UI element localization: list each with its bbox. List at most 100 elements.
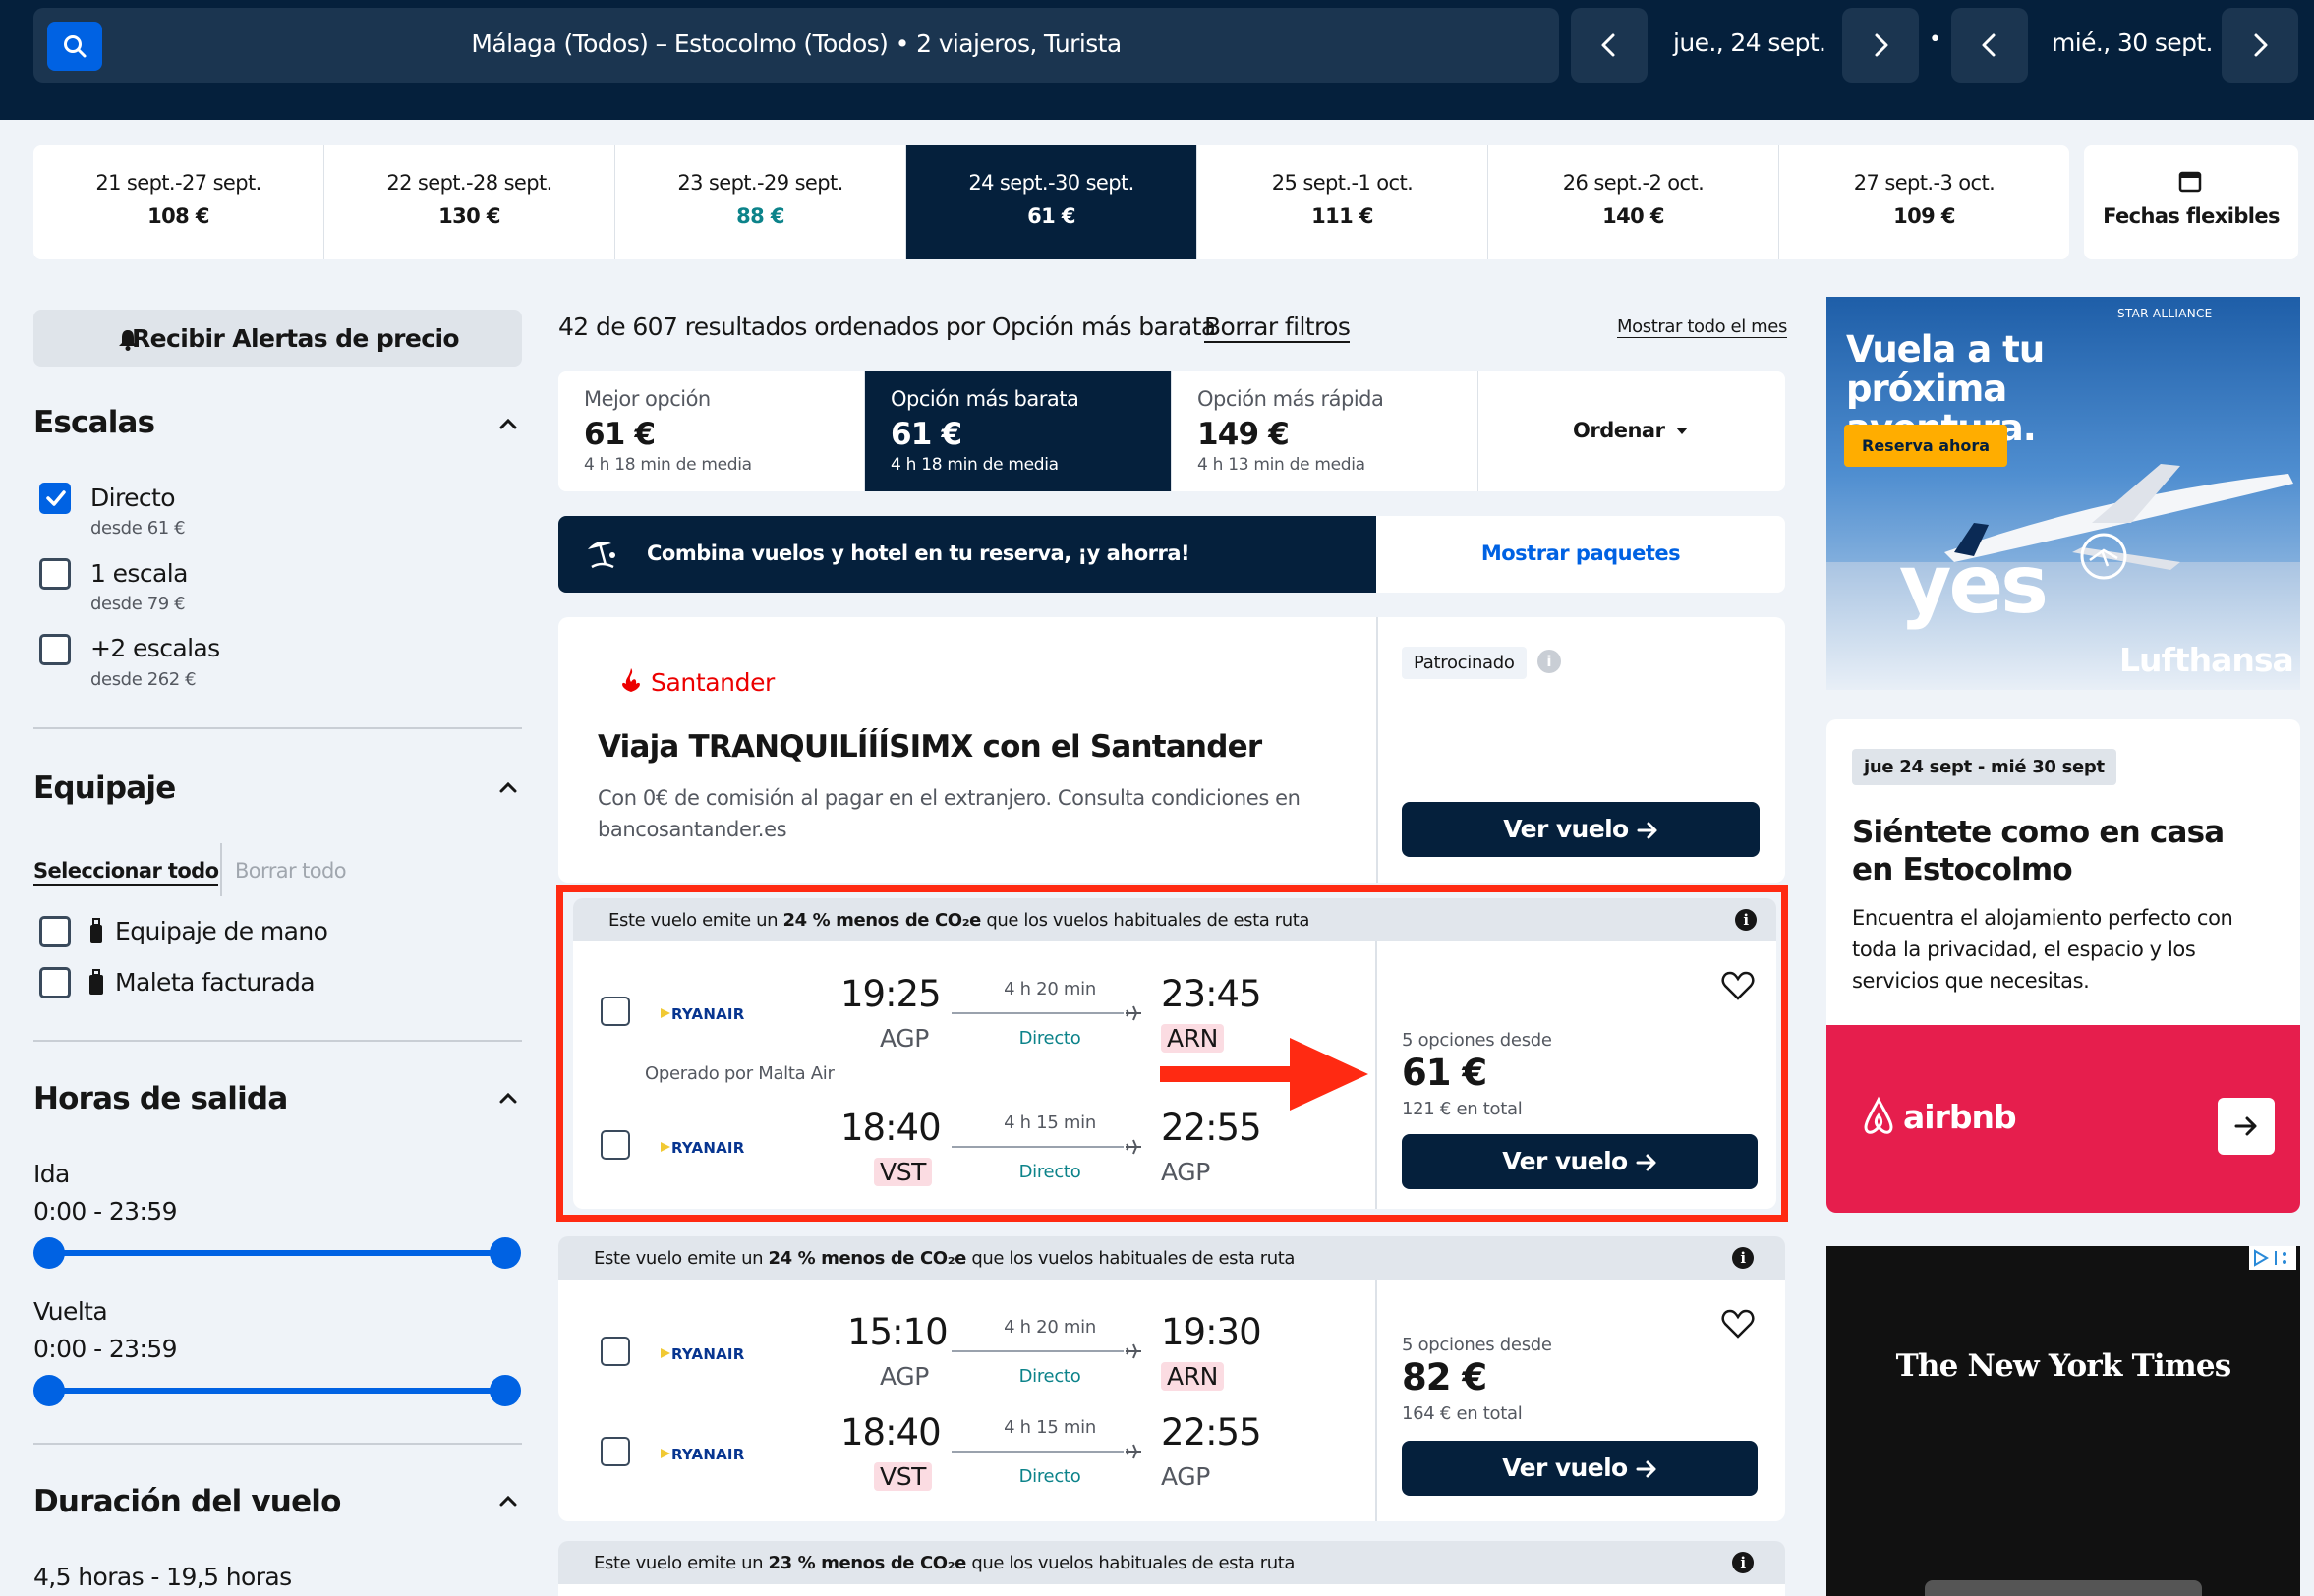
sort-tab-best[interactable]: Mejor opción 61 € 4 h 18 min de media — [558, 371, 865, 491]
heart-icon[interactable] — [1721, 1309, 1755, 1339]
search-summary-box[interactable]: Málaga (Todos) – Estocolmo (Todos) • 2 v… — [33, 8, 1559, 83]
chevron-up-icon[interactable] — [497, 1087, 519, 1109]
ad-button-partial[interactable] — [1925, 1580, 2202, 1596]
return-slider-max-handle[interactable] — [490, 1375, 521, 1406]
flight-duration-title: Duración del vuelo — [33, 1484, 341, 1519]
co2-text: Este vuelo emite un — [594, 1553, 769, 1573]
date-option[interactable]: 21 sept.-27 sept. 108 € — [33, 145, 324, 259]
beach-umbrella-icon — [588, 542, 615, 569]
heart-icon[interactable] — [1721, 971, 1755, 1000]
plane-icon — [1126, 1005, 1141, 1021]
flight-card[interactable]: RYANAIR 15:10 AGP 4 h 20 min Directo 19:… — [558, 1280, 1785, 1521]
checked-bag-checkbox[interactable] — [39, 967, 71, 998]
view-flight-button[interactable]: Ver vuelo — [1402, 1134, 1758, 1189]
stops-title: Escalas — [33, 405, 155, 440]
compare-checkbox[interactable] — [601, 1337, 630, 1366]
date-range: 24 sept.-30 sept. — [968, 171, 1134, 195]
return-slider-track[interactable] — [49, 1388, 505, 1394]
outbound-slider-min-handle[interactable] — [33, 1237, 65, 1269]
sort-tab-cheapest[interactable]: Opción más barata 61 € 4 h 18 min de media — [865, 371, 1172, 491]
info-icon[interactable]: i — [1732, 1247, 1754, 1269]
stops-two-plus-checkbox[interactable] — [39, 634, 71, 665]
flight-card[interactable] — [558, 1584, 1785, 1596]
arrival-airport: AGP — [1161, 1462, 1210, 1491]
chevron-up-icon[interactable] — [497, 776, 519, 798]
info-icon[interactable]: i — [1732, 1552, 1754, 1573]
depart-date[interactable]: jue., 24 sept. — [1673, 28, 1826, 57]
stops-one-checkbox[interactable] — [39, 558, 71, 590]
lufthansa-ad[interactable]: STAR ALLIANCE Vuela a tu próxima aventur… — [1826, 297, 2300, 690]
sponsored-view-flight-button[interactable]: Ver vuelo — [1402, 802, 1760, 857]
package-banner: Combina vuelos y hotel en tu reserva, ¡y… — [558, 516, 1785, 593]
stops-one-price: desde 79 € — [90, 594, 186, 614]
co2-text: que los vuelos habituales de esta ruta — [966, 1553, 1296, 1573]
chevron-up-icon[interactable] — [497, 413, 519, 434]
price: 82 € — [1402, 1356, 1487, 1398]
chevron-left-icon — [1982, 33, 1996, 57]
co2-text: Este vuelo emite un — [594, 1248, 769, 1269]
info-icon[interactable]: i — [1735, 909, 1757, 931]
carry-on-checkbox[interactable] — [39, 916, 71, 947]
baggage-select-all[interactable]: Seleccionar todo — [33, 859, 219, 886]
flight-line — [952, 1146, 1124, 1148]
departure-time: 18:40 — [840, 1107, 942, 1149]
date-option[interactable]: 26 sept.-2 oct. 140 € — [1488, 145, 1779, 259]
ryanair-harp-icon — [661, 1449, 670, 1458]
date-option[interactable]: 25 sept.-1 oct. 111 € — [1197, 145, 1488, 259]
return-slider-min-handle[interactable] — [33, 1375, 65, 1406]
date-range: 21 sept.-27 sept. — [95, 171, 261, 195]
outbound-slider-track[interactable] — [49, 1250, 505, 1256]
date-price: 109 € — [1893, 204, 1955, 228]
outbound-slider-max-handle[interactable] — [490, 1237, 521, 1269]
compare-checkbox[interactable] — [601, 1437, 630, 1466]
price-alerts-label: Recibir Alertas de precio — [132, 324, 460, 353]
sort-tab-duration: 4 h 18 min de media — [891, 455, 1059, 475]
airbnb-ad[interactable]: jue 24 sept - mié 30 sept Siéntete como … — [1826, 719, 2300, 1213]
return-prev-button[interactable] — [1951, 8, 2028, 83]
button-label: Ver vuelo — [1502, 1454, 1628, 1482]
airline-logo: RYANAIR — [671, 1446, 745, 1463]
sponsored-info-icon[interactable]: i — [1537, 650, 1561, 673]
compare-checkbox[interactable] — [601, 997, 630, 1026]
sponsored-title: Viaja TRANQUILÍÍÍSIMX con el Santander — [598, 729, 1262, 765]
compare-checkbox[interactable] — [601, 1130, 630, 1160]
total-price: 121 € en total — [1402, 1099, 1523, 1119]
annotation-arrow-icon — [1160, 1038, 1368, 1111]
calendar-icon — [2178, 171, 2202, 193]
stops-direct-checkbox[interactable] — [39, 483, 71, 514]
ad-dates-badge: jue 24 sept - mié 30 sept — [1852, 749, 2116, 785]
results-summary: 42 de 607 resultados ordenados por Opció… — [558, 313, 1216, 341]
arrival-airport: AGP — [1161, 1158, 1210, 1186]
return-next-button[interactable] — [2222, 8, 2298, 83]
divider — [33, 1040, 522, 1042]
airbnb-logo: airbnb — [1903, 1098, 2017, 1136]
nyt-ad[interactable]: The New York Times — [1826, 1246, 2300, 1596]
adchoices-icon[interactable] — [2249, 1246, 2296, 1270]
ad-slogan: yes — [1899, 539, 2049, 632]
date-option-selected[interactable]: 24 sept.-30 sept. 61 € — [906, 145, 1197, 259]
baggage-clear-all[interactable]: Borrar todo — [235, 859, 347, 883]
flexible-dates-button[interactable]: Fechas flexibles — [2084, 145, 2298, 259]
date-range: 27 sept.-3 oct. — [1853, 171, 1996, 195]
show-whole-month-link[interactable]: Mostrar todo el mes — [1617, 316, 1787, 338]
date-range: 26 sept.-2 oct. — [1562, 171, 1705, 195]
divider — [33, 1443, 522, 1445]
chevron-up-icon[interactable] — [497, 1490, 519, 1511]
date-option[interactable]: 27 sept.-3 oct. 109 € — [1779, 145, 2069, 259]
airline-logo: RYANAIR — [671, 1139, 745, 1157]
return-date[interactable]: mié., 30 sept. — [2052, 28, 2214, 57]
price-alerts-button[interactable]: Recibir Alertas de precio — [33, 310, 522, 367]
sort-tab-fastest[interactable]: Opción más rápida 149 € 4 h 13 min de medi… — [1172, 371, 1478, 491]
clear-filters-link[interactable]: Borrar filtros — [1204, 313, 1351, 343]
depart-prev-button[interactable] — [1571, 8, 1648, 83]
caret-down-icon — [1676, 428, 1688, 434]
depart-next-button[interactable] — [1842, 8, 1919, 83]
date-option[interactable]: 23 sept.-29 sept. 88 € — [615, 145, 906, 259]
top-bar: Málaga (Todos) – Estocolmo (Todos) • 2 v… — [0, 0, 2314, 120]
show-packages-link[interactable]: Mostrar paquetes — [1376, 542, 1785, 565]
airbnb-arrow-button[interactable] — [2218, 1098, 2275, 1155]
sort-dropdown[interactable]: Ordenar — [1478, 371, 1785, 491]
sort-tab-price: 149 € — [1197, 417, 1290, 452]
date-option[interactable]: 22 sept.-28 sept. 130 € — [324, 145, 615, 259]
view-flight-button[interactable]: Ver vuelo — [1402, 1441, 1758, 1496]
